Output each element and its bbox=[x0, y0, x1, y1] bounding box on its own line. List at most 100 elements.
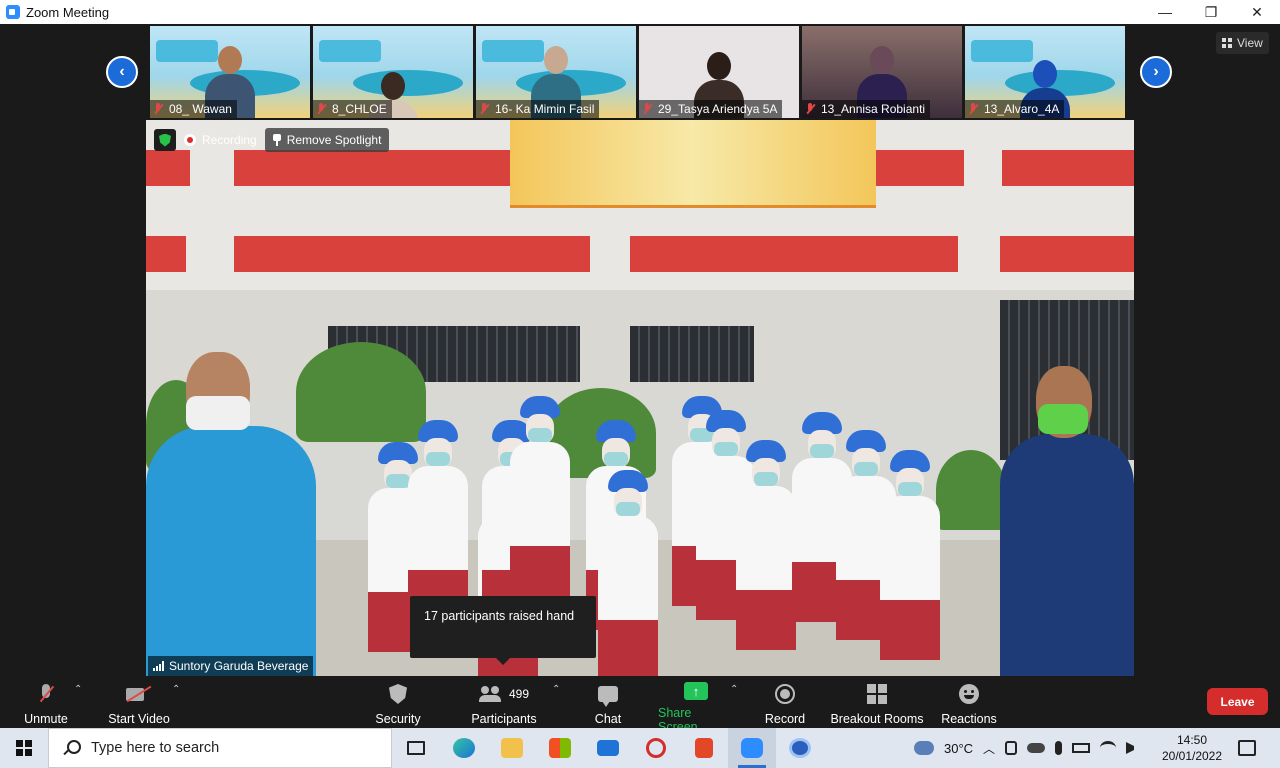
event-banner bbox=[510, 120, 876, 208]
clock-time: 14:50 bbox=[1176, 733, 1208, 747]
taskbar-zoom[interactable] bbox=[728, 728, 776, 768]
search-placeholder: Type here to search bbox=[91, 740, 220, 756]
record-button[interactable]: Record bbox=[760, 676, 810, 728]
pin-icon bbox=[272, 134, 281, 146]
security-button[interactable]: Security bbox=[370, 676, 426, 728]
participant-tile[interactable]: 13_Annisa Robianti bbox=[802, 26, 962, 118]
mic-muted-icon bbox=[805, 103, 815, 115]
adult-man-blue-shirt bbox=[146, 352, 316, 676]
red-stripe bbox=[234, 150, 510, 186]
participant-tile[interactable]: 8_CHLOE bbox=[313, 26, 473, 118]
red-stripe bbox=[146, 236, 186, 272]
red-stripe bbox=[876, 150, 964, 186]
red-stripe bbox=[146, 150, 190, 186]
raised-hand-tooltip: 17 participants raised hand bbox=[410, 596, 596, 665]
taskbar-store[interactable] bbox=[536, 728, 584, 768]
battery-icon[interactable] bbox=[1072, 743, 1091, 753]
taskbar-app-red[interactable] bbox=[632, 728, 680, 768]
video-off-icon bbox=[126, 686, 152, 702]
app-circle-icon bbox=[789, 738, 811, 758]
record-icon bbox=[775, 684, 795, 704]
start-video-button[interactable]: Start Video bbox=[104, 676, 174, 728]
weather-temp[interactable]: 30°C bbox=[944, 741, 973, 756]
mic-muted-icon bbox=[479, 103, 489, 115]
taskbar-app-circle[interactable] bbox=[776, 728, 824, 768]
notification-icon[interactable] bbox=[1238, 740, 1256, 756]
system-tray: 30°C ︿ bbox=[914, 728, 1140, 768]
start-button[interactable] bbox=[0, 728, 48, 768]
breakout-rooms-button[interactable]: Breakout Rooms bbox=[830, 676, 924, 728]
taskbar-edge[interactable] bbox=[440, 728, 488, 768]
share-screen-icon: ↑ bbox=[684, 682, 708, 700]
unmute-button[interactable]: Unmute bbox=[18, 676, 74, 728]
taskbar-office[interactable] bbox=[680, 728, 728, 768]
grid-view-icon bbox=[1222, 38, 1232, 48]
participants-options-caret[interactable]: ⌃ bbox=[552, 684, 560, 695]
participant-name-label: 29_Tasya Ariendya 5A bbox=[639, 100, 783, 118]
share-screen-button[interactable]: ↑ Share Screen bbox=[658, 676, 734, 734]
volume-icon[interactable] bbox=[1126, 742, 1140, 754]
recording-indicator[interactable]: Recording bbox=[184, 133, 257, 147]
speaker-name-label: Suntory Garuda Beverage bbox=[148, 656, 314, 676]
gallery-prev-button[interactable]: ‹ bbox=[106, 56, 138, 88]
thumb-banner bbox=[971, 40, 1033, 62]
audio-options-caret[interactable]: ⌃ bbox=[74, 684, 82, 695]
view-button[interactable]: View bbox=[1216, 32, 1269, 54]
participant-tile[interactable]: 13_Alvaro_4A bbox=[965, 26, 1125, 118]
participant-name: 13_Alvaro_4A bbox=[984, 102, 1060, 116]
wifi-icon[interactable] bbox=[1100, 741, 1117, 755]
store-icon bbox=[549, 738, 571, 758]
task-view-icon bbox=[407, 741, 425, 755]
mic-muted-icon bbox=[316, 103, 326, 115]
minimize-button[interactable]: — bbox=[1142, 0, 1188, 24]
participant-name-label: 16- Ka Mimin Fasil bbox=[476, 100, 600, 118]
participant-tile[interactable]: 16- Ka Mimin Fasil bbox=[476, 26, 636, 118]
share-options-caret[interactable]: ⌃ bbox=[730, 684, 738, 695]
search-icon bbox=[63, 740, 81, 756]
video-status-bar: Recording Remove Spotlight bbox=[154, 128, 390, 152]
window-title: Zoom Meeting bbox=[26, 4, 110, 20]
encryption-shield-icon[interactable] bbox=[154, 129, 176, 151]
participants-label: Participants bbox=[471, 712, 537, 726]
recording-label: Recording bbox=[202, 133, 257, 147]
meeting-toolbar: Unmute ⌃ Start Video ⌃ Security 499 Part… bbox=[0, 676, 1280, 734]
video-options-caret[interactable]: ⌃ bbox=[172, 684, 180, 695]
reactions-label: Reactions bbox=[941, 712, 997, 726]
task-view-button[interactable] bbox=[392, 728, 440, 768]
zoom-logo-icon bbox=[6, 5, 20, 19]
taskbar-mail[interactable] bbox=[584, 728, 632, 768]
participant-name: 08_ Wawan bbox=[169, 102, 232, 116]
meet-now-icon[interactable] bbox=[1005, 741, 1018, 755]
app-red-icon bbox=[646, 738, 666, 758]
edge-icon bbox=[453, 738, 475, 758]
restore-button[interactable]: ❐ bbox=[1188, 0, 1234, 24]
security-shield-icon bbox=[389, 684, 407, 704]
participant-name: 16- Ka Mimin Fasil bbox=[495, 102, 595, 116]
onedrive-cloud-icon[interactable] bbox=[1027, 743, 1046, 753]
adult-man-navy-uniform bbox=[1000, 366, 1134, 676]
chevron-up-icon[interactable]: ︿ bbox=[983, 740, 995, 757]
participant-tile[interactable]: 29_Tasya Ariendya 5A bbox=[639, 26, 799, 118]
breakout-rooms-label: Breakout Rooms bbox=[830, 712, 924, 726]
taskbar-search-box[interactable]: Type here to search bbox=[48, 728, 392, 768]
remove-spotlight-label: Remove Spotlight bbox=[286, 133, 382, 147]
chat-button[interactable]: Chat bbox=[586, 676, 630, 728]
reactions-button[interactable]: Reactions bbox=[938, 676, 1000, 728]
leave-button[interactable]: Leave bbox=[1207, 688, 1268, 715]
spotlight-video[interactable]: Recording Remove Spotlight Suntory Garud… bbox=[146, 120, 1134, 676]
zoom-app-icon bbox=[741, 738, 763, 758]
gallery-next-button[interactable]: › bbox=[1140, 56, 1172, 88]
participant-name: 29_Tasya Ariendya 5A bbox=[658, 102, 778, 116]
participants-button[interactable]: 499 Participants bbox=[468, 676, 540, 728]
participant-name-label: 13_Annisa Robianti bbox=[802, 100, 931, 118]
participant-tile[interactable]: 08_ Wawan bbox=[150, 26, 310, 118]
close-button[interactable]: ✕ bbox=[1234, 0, 1280, 24]
title-bar: Zoom Meeting — ❐ ✕ bbox=[0, 0, 1280, 24]
remove-spotlight-button[interactable]: Remove Spotlight bbox=[264, 128, 390, 152]
microphone-icon[interactable] bbox=[1055, 741, 1063, 755]
participant-name: 13_Annisa Robianti bbox=[821, 102, 926, 116]
mic-muted-icon bbox=[642, 103, 652, 115]
taskbar-file-explorer[interactable] bbox=[488, 728, 536, 768]
windows-taskbar: Type here to search 30°C ︿ 14:50 20/01/2… bbox=[0, 728, 1280, 768]
taskbar-clock[interactable]: 14:50 20/01/2022 bbox=[1160, 732, 1224, 764]
